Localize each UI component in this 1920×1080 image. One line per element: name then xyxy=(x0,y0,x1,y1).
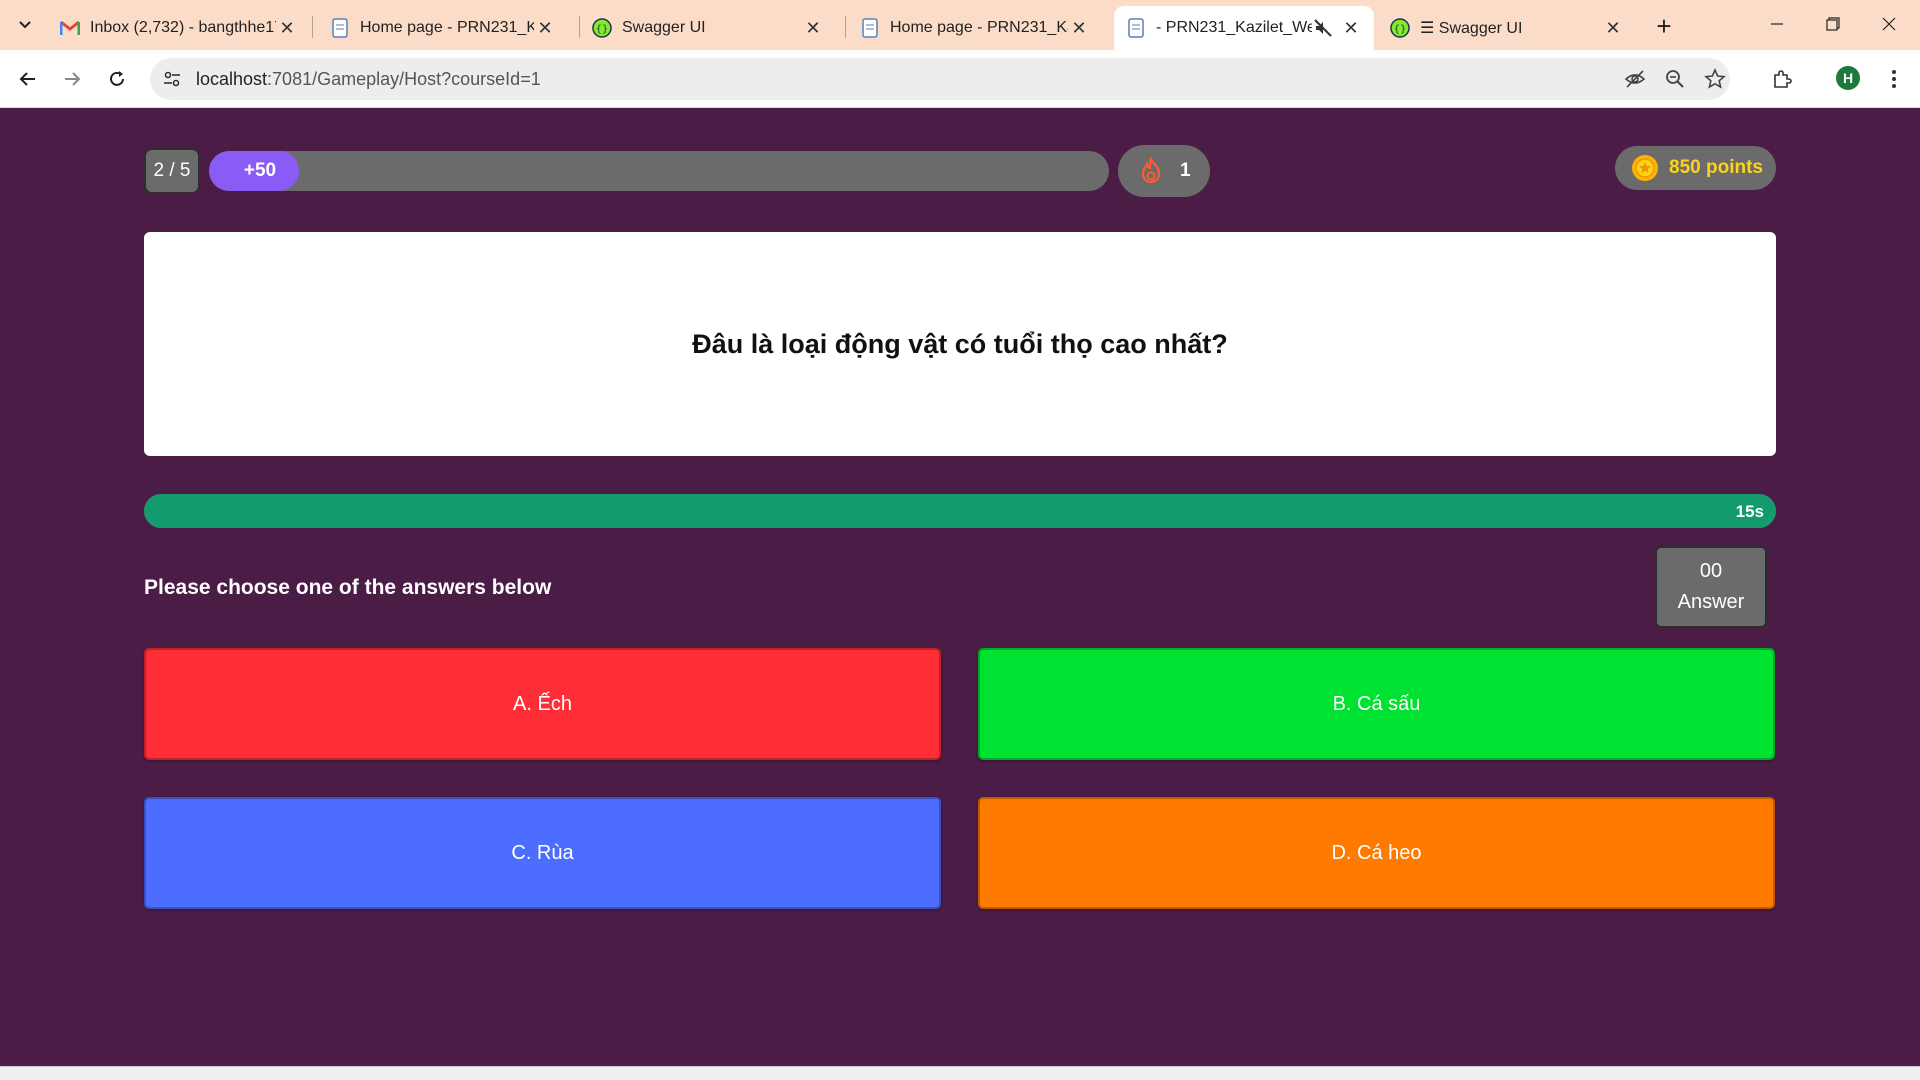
close-icon[interactable]: ✕ xyxy=(1068,17,1090,39)
url-text[interactable]: localhost:7081/Gameplay/Host?courseId=1 xyxy=(196,69,541,90)
svg-text:{}: {} xyxy=(1394,24,1407,35)
close-icon[interactable]: ✕ xyxy=(276,17,298,39)
arrow-left-icon xyxy=(19,72,35,86)
tab-separator xyxy=(312,16,313,38)
answer-prompt: Please choose one of the answers below xyxy=(144,576,552,599)
chevron-down-icon xyxy=(19,21,31,29)
tab-title: - PRN231_Kazilet_Web xyxy=(1156,19,1312,36)
profile-avatar[interactable]: H xyxy=(1836,66,1860,90)
streak-badge: 1 xyxy=(1118,145,1210,197)
tab-title: ☰ Swagger UI xyxy=(1420,20,1523,37)
reload-button[interactable] xyxy=(101,63,133,95)
restore-icon xyxy=(1826,17,1840,31)
answer-button-b[interactable]: B. Cá sấu xyxy=(978,648,1775,760)
close-icon xyxy=(1882,17,1896,31)
zoom-out-icon[interactable] xyxy=(1664,68,1686,90)
coin-icon xyxy=(1632,155,1658,181)
tab-swagger-1[interactable]: {} Swagger UI ✕ xyxy=(580,6,836,50)
progress-fill: +50 xyxy=(209,151,299,191)
puzzle-icon xyxy=(1774,70,1792,88)
eye-off-icon[interactable] xyxy=(1624,68,1646,90)
question-counter: 2 / 5 xyxy=(144,148,200,194)
site-settings-icon[interactable] xyxy=(162,69,182,89)
close-icon[interactable]: ✕ xyxy=(802,17,824,39)
swagger-icon: {} xyxy=(1390,18,1410,38)
extensions-button[interactable] xyxy=(1768,65,1796,93)
browser-menu-button[interactable] xyxy=(1880,65,1908,93)
star-icon[interactable] xyxy=(1704,68,1726,90)
address-bar[interactable]: localhost:7081/Gameplay/Host?courseId=1 xyxy=(150,58,1730,100)
points-value: 850 points xyxy=(1669,157,1763,178)
answer-count-label: Answer xyxy=(1677,591,1745,613)
tab-gameplay-active[interactable]: - PRN231_Kazilet_Web ✕ xyxy=(1114,6,1374,50)
browser-toolbar: localhost:7081/Gameplay/Host?courseId=1 … xyxy=(0,50,1920,108)
forward-button[interactable] xyxy=(56,63,88,95)
close-icon[interactable]: ✕ xyxy=(1602,17,1624,39)
tab-title: Home page - PRN231_Kazi xyxy=(360,19,534,36)
tab-gmail[interactable]: Inbox (2,732) - bangthhe17 ✕ xyxy=(48,6,310,50)
tab-separator xyxy=(845,16,846,38)
answer-button-a[interactable]: A. Ếch xyxy=(144,648,941,760)
new-tab-button[interactable]: + xyxy=(1650,11,1678,41)
url-host: localhost xyxy=(196,69,268,89)
more-vertical-icon xyxy=(1892,70,1896,88)
question-text: Đâu là loại động vật có tuổi thọ cao nhấ… xyxy=(692,328,1228,359)
answer-count-value: 00 xyxy=(1699,560,1723,582)
restore-button[interactable] xyxy=(1810,8,1856,40)
progress-label: +50 xyxy=(243,160,277,181)
answer-count-box: 00 Answer xyxy=(1655,546,1767,628)
timer-fill xyxy=(144,494,1776,528)
close-icon[interactable]: ✕ xyxy=(534,17,556,39)
fire-icon xyxy=(1141,156,1161,184)
answer-button-c[interactable]: C. Rùa xyxy=(144,797,941,909)
answer-button-d[interactable]: D. Cá heo xyxy=(978,797,1775,909)
swagger-icon: {} xyxy=(592,18,612,38)
tab-title: Home page - PRN231_Kazi xyxy=(890,19,1068,36)
question-progress-bar: +50 xyxy=(209,151,1109,191)
close-icon[interactable]: ✕ xyxy=(1340,17,1362,39)
browser-tabstrip: Inbox (2,732) - bangthhe17 ✕ Home page -… xyxy=(0,0,1920,50)
streak-count: 1 xyxy=(1180,160,1191,181)
back-button[interactable] xyxy=(12,63,44,95)
tab-home-page-2[interactable]: Home page - PRN231_Kazi ✕ xyxy=(848,6,1102,50)
svg-text:{}: {} xyxy=(596,24,609,35)
gameplay-page: 2 / 5 +50 1 850 points Đâu là loại động … xyxy=(0,108,1920,1066)
page-icon xyxy=(330,18,350,38)
minimize-icon xyxy=(1771,23,1783,25)
minimize-button[interactable] xyxy=(1754,8,1800,40)
timer-label: 15s xyxy=(1735,502,1764,521)
muted-icon[interactable] xyxy=(1312,17,1334,39)
gmail-icon xyxy=(60,18,80,38)
tab-title: Swagger UI xyxy=(622,19,706,36)
points-badge: 850 points xyxy=(1615,146,1776,190)
url-path: :7081/Gameplay/Host?courseId=1 xyxy=(267,69,541,89)
timer-bar: 15s xyxy=(144,494,1776,528)
tab-swagger-2[interactable]: {} ☰ Swagger UI ✕ xyxy=(1378,6,1636,50)
tab-search-button[interactable] xyxy=(10,10,40,40)
tab-home-page-1[interactable]: Home page - PRN231_Kazi ✕ xyxy=(318,6,568,50)
question-card: Đâu là loại động vật có tuổi thọ cao nhấ… xyxy=(144,232,1776,456)
tab-title: Inbox (2,732) - bangthhe17 xyxy=(90,19,276,36)
page-icon xyxy=(860,18,880,38)
arrow-right-icon xyxy=(65,72,81,86)
reload-icon xyxy=(110,71,124,86)
page-icon xyxy=(1126,18,1146,38)
window-close-button[interactable] xyxy=(1866,8,1912,40)
window-bottom-edge xyxy=(0,1066,1920,1080)
